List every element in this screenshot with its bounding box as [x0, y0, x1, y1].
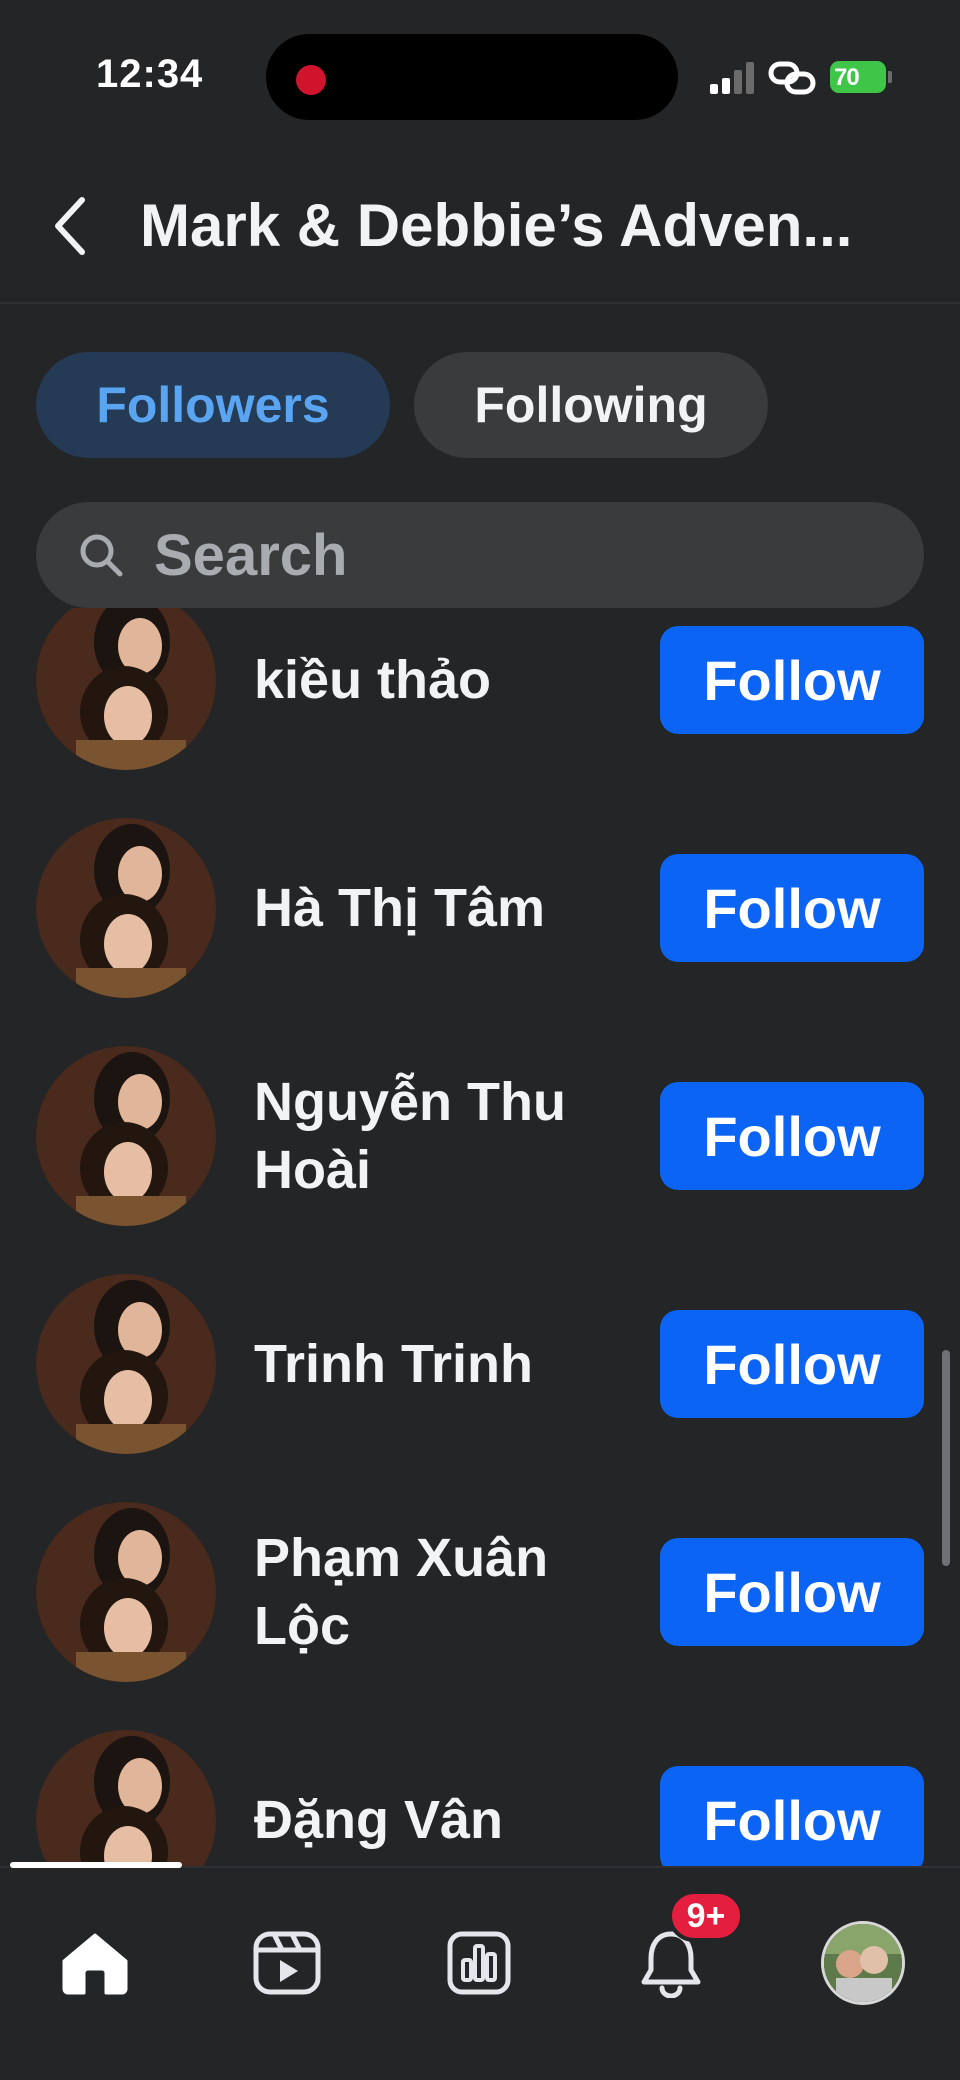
dashboard-icon — [447, 1931, 511, 1995]
recording-dot-icon — [296, 65, 326, 95]
video-icon — [253, 1931, 321, 1995]
avatar[interactable] — [36, 1502, 216, 1682]
list-item[interactable]: Nguyễn Thu Hoài Follow — [0, 1046, 960, 1274]
dynamic-island — [266, 34, 678, 120]
battery-icon: 70 — [830, 61, 892, 93]
home-icon — [62, 1933, 128, 1995]
follow-button[interactable]: Follow — [660, 1082, 924, 1190]
list-item[interactable]: Trinh Trinh Follow — [0, 1274, 960, 1502]
follow-button[interactable]: Follow — [660, 854, 924, 962]
notification-badge: 9+ — [668, 1890, 744, 1942]
search-bar[interactable] — [36, 502, 924, 608]
list-item[interactable]: Đặng Vân Follow — [0, 1730, 960, 1868]
avatar[interactable] — [36, 1274, 216, 1454]
follow-button[interactable]: Follow — [660, 626, 924, 734]
avatar[interactable] — [36, 608, 216, 770]
followers-list[interactable]: kiều thảo Follow Hà Thị Tâm Follow Nguyễ… — [0, 608, 960, 1868]
user-name[interactable]: Trinh Trinh — [254, 1274, 634, 1454]
user-name[interactable]: kiều thảo — [254, 608, 634, 770]
tab-following[interactable]: Following — [414, 352, 768, 458]
avatar[interactable] — [36, 1730, 216, 1868]
active-tab-indicator — [10, 1862, 182, 1868]
follow-button[interactable]: Follow — [660, 1766, 924, 1868]
user-name[interactable]: Đặng Vân — [254, 1730, 634, 1868]
nav-video[interactable] — [232, 1908, 342, 2018]
tab-followers[interactable]: Followers — [36, 352, 390, 458]
follow-button[interactable]: Follow — [660, 1310, 924, 1418]
nav-profile[interactable] — [808, 1908, 918, 2018]
battery-percent: 70 — [834, 64, 860, 91]
nav-dashboard[interactable] — [424, 1908, 534, 2018]
user-name[interactable]: Phạm Xuân Lộc — [254, 1502, 634, 1682]
hotspot-link-icon — [768, 61, 816, 95]
profile-avatar — [821, 1921, 905, 2005]
page-title: Mark & Debbie’s Adven... — [140, 192, 853, 259]
screen: 12:34 70 Mark & Debbie’s Adven... Follow… — [0, 0, 960, 2080]
avatar[interactable] — [36, 818, 216, 998]
list-item[interactable]: kiều thảo Follow — [0, 608, 960, 818]
back-button[interactable] — [40, 186, 100, 266]
avatar[interactable] — [36, 1046, 216, 1226]
status-bar: 12:34 70 — [0, 0, 960, 150]
list-item[interactable]: Hà Thị Tâm Follow — [0, 818, 960, 1046]
search-icon — [80, 534, 123, 577]
cellular-signal-icon — [710, 60, 756, 94]
battery-level: 70 — [830, 61, 886, 93]
scrollbar[interactable] — [942, 1350, 950, 1566]
status-time: 12:34 — [96, 52, 204, 96]
nav-home[interactable] — [40, 1908, 150, 2018]
user-name[interactable]: Hà Thị Tâm — [254, 818, 634, 998]
user-name[interactable]: Nguyễn Thu Hoài — [254, 1046, 634, 1226]
search-input[interactable] — [154, 502, 894, 608]
list-item[interactable]: Phạm Xuân Lộc Follow — [0, 1502, 960, 1730]
follow-button[interactable]: Follow — [660, 1538, 924, 1646]
bottom-nav: 9+ — [0, 1862, 960, 2080]
header: Mark & Debbie’s Adven... — [0, 150, 960, 304]
